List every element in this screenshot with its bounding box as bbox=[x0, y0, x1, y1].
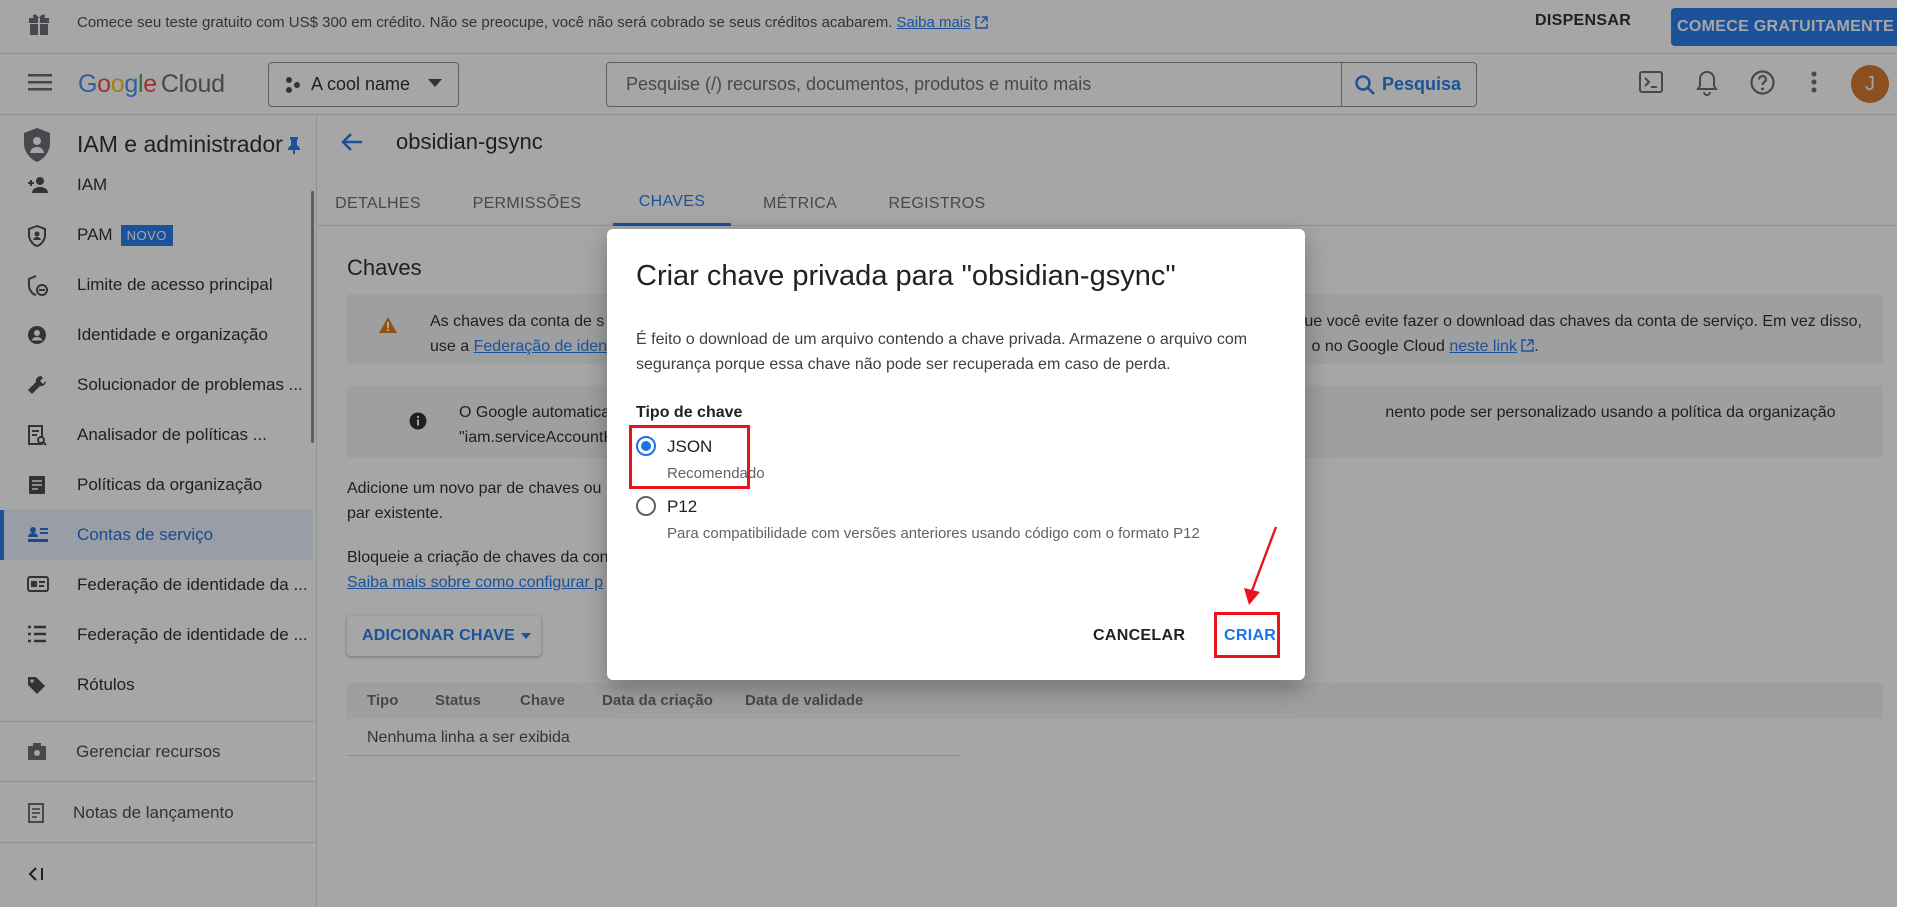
p12-radio[interactable] bbox=[636, 496, 656, 516]
dialog-title: Criar chave privada para "obsidian-gsync… bbox=[636, 260, 1176, 292]
create-highlight-box bbox=[1214, 612, 1280, 658]
dialog-description: É feito o download de um arquivo contend… bbox=[636, 331, 1248, 373]
annotation-arrow-icon bbox=[1240, 524, 1280, 608]
key-type-label: Tipo de chave bbox=[636, 404, 743, 421]
p12-option-label[interactable]: P12 bbox=[667, 497, 697, 517]
cancel-button[interactable]: CANCELAR bbox=[1093, 627, 1185, 645]
p12-option-sub: Para compatibilidade com versões anterio… bbox=[667, 525, 1200, 542]
page-scrollbar-track bbox=[1897, 0, 1915, 907]
create-key-dialog: Criar chave privada para "obsidian-gsync… bbox=[607, 229, 1305, 680]
json-highlight-box bbox=[629, 425, 750, 489]
